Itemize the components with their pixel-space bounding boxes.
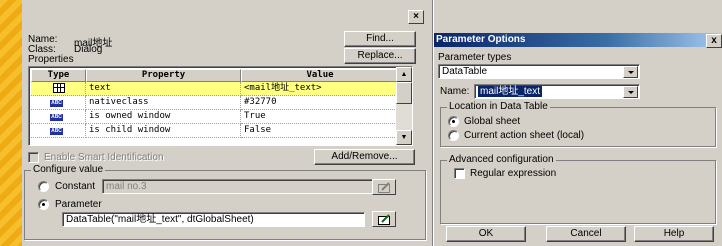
header-type[interactable]: Type [31, 69, 86, 82]
property-value: False [241, 124, 399, 138]
close-button[interactable]: × [408, 10, 424, 24]
edit-icon [378, 214, 390, 225]
properties-label: Properties [28, 54, 74, 65]
grid-header: Type Property Value [31, 69, 399, 82]
advanced-title: Advanced configuration [447, 154, 556, 165]
property-value: #32770 [241, 96, 399, 110]
ok-button[interactable]: OK [446, 226, 526, 242]
property-name: is owned window [86, 110, 241, 124]
header-value[interactable]: Value [241, 69, 399, 82]
current-sheet-radio[interactable] [448, 130, 459, 141]
abc-icon: ABC [50, 100, 63, 107]
parameter-options-button[interactable] [372, 211, 396, 227]
find-button[interactable]: Find... [344, 31, 416, 47]
configure-value-title: Configure value [31, 164, 106, 175]
constant-edit-button[interactable] [372, 179, 396, 195]
regex-checkbox[interactable] [454, 168, 465, 179]
property-name: nativeclass [86, 96, 241, 110]
scroll-up-icon[interactable]: ▲ [396, 67, 412, 82]
constant-label: Constant [55, 181, 96, 192]
replace-button[interactable]: Replace... [344, 48, 416, 64]
table-row[interactable]: ABC is child window False [31, 124, 399, 138]
abc-icon: ABC [50, 128, 63, 135]
cancel-button[interactable]: Cancel [546, 226, 626, 242]
grid-scrollbar[interactable]: ▲ ▼ [396, 67, 412, 145]
table-row[interactable]: ABC is owned window True [31, 110, 399, 124]
property-value: True [241, 110, 399, 124]
constant-radio[interactable] [38, 181, 49, 192]
current-sheet-label: Current action sheet (local) [464, 130, 585, 141]
scroll-down-icon[interactable]: ▼ [396, 130, 412, 145]
header-property[interactable]: Property [86, 69, 241, 82]
property-name: is child window [86, 124, 241, 138]
dialog-titlebar[interactable]: Parameter Options x [434, 33, 722, 48]
smart-identification-label: Enable Smart Identification [44, 152, 164, 163]
table-icon [53, 83, 65, 93]
class-value: Dialog [74, 44, 103, 55]
object-properties-dialog: × Name: mail地址 Class: Dialog Properties … [22, 0, 433, 246]
table-row[interactable]: ABC nativeclass #32770 [31, 96, 399, 110]
chevron-down-icon[interactable] [623, 86, 638, 98]
parameter-types-label: Parameter types [438, 52, 512, 63]
scroll-thumb[interactable] [396, 82, 412, 104]
close-icon[interactable]: x [706, 34, 722, 48]
regex-label: Regular expression [470, 168, 557, 179]
properties-grid[interactable]: Type Property Value text <mail地址_text> A… [28, 66, 413, 146]
location-title: Location in Data Table [447, 101, 550, 112]
location-group: Location in Data Table [440, 101, 716, 147]
edit-icon [378, 182, 390, 193]
name-select[interactable]: mail地址_text [474, 84, 640, 99]
global-sheet-radio[interactable] [448, 116, 459, 127]
global-sheet-label: Global sheet [464, 116, 521, 127]
help-button[interactable]: Help [634, 226, 714, 242]
smart-identification-checkbox[interactable] [28, 152, 39, 163]
dialog-title: Parameter Options [436, 34, 526, 45]
parameter-label: Parameter [55, 199, 102, 210]
name-value: mail地址_text [478, 86, 543, 97]
table-row[interactable]: text <mail地址_text> [31, 82, 399, 96]
parameter-value-field[interactable]: DataTable("mail地址_text", dtGlobalSheet) [62, 212, 365, 227]
name-label: Name: [440, 86, 470, 97]
constant-value-field[interactable]: mail no.3 [102, 179, 385, 194]
parameter-options-dialog: Parameter Options x Parameter types Data… [433, 0, 722, 246]
parameter-type-value: DataTable [442, 66, 488, 77]
abc-icon: ABC [50, 114, 63, 121]
chevron-down-icon[interactable] [623, 66, 638, 78]
parameter-type-select[interactable]: DataTable [438, 64, 640, 79]
add-remove-button[interactable]: Add/Remove... [314, 149, 415, 165]
property-name: text [86, 82, 241, 96]
property-value: <mail地址_text> [241, 82, 399, 96]
parameter-radio[interactable] [38, 199, 49, 210]
